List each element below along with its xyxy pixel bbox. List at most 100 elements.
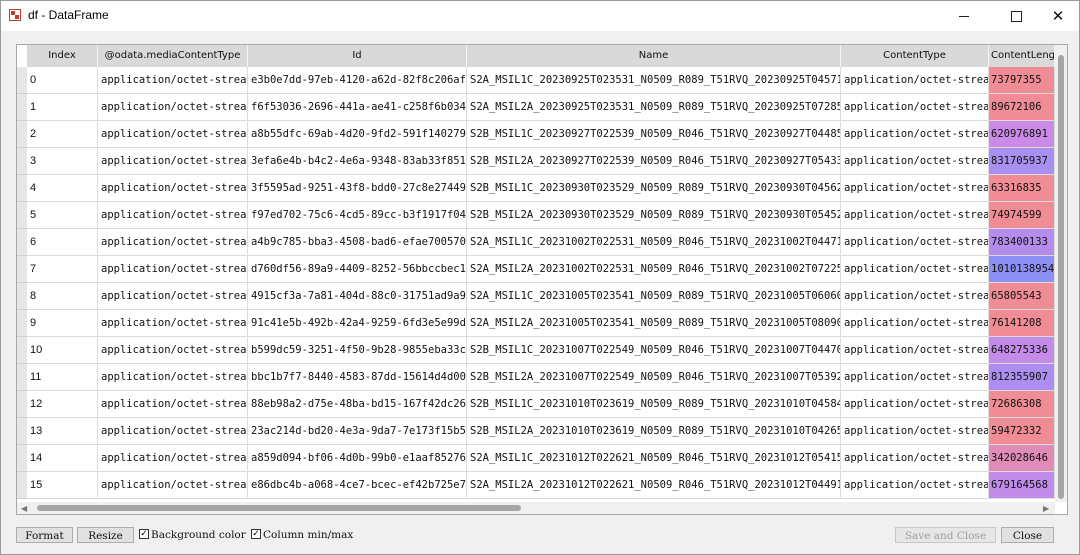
cell-content-type[interactable]: application/octet-stream bbox=[841, 256, 989, 283]
cell-name[interactable]: S2A_MSIL2A_20231002T022531_N0509_R046_T5… bbox=[467, 256, 841, 283]
cell-name[interactable]: S2B_MSIL2A_20230927T022539_N0509_R046_T5… bbox=[467, 148, 841, 175]
cell-id[interactable]: e86dbc4b-a068-4ce7-bcec-ef42b725e716 bbox=[248, 472, 467, 499]
cell-name[interactable]: S2A_MSIL1C_20230925T023531_N0509_R089_T5… bbox=[467, 67, 841, 94]
cell-content-length[interactable]: 648275336 bbox=[989, 337, 1055, 364]
cell-content-type[interactable]: application/octet-stream bbox=[841, 310, 989, 337]
cell-content-type[interactable]: application/octet-stream bbox=[841, 202, 989, 229]
column-header-name[interactable]: Name bbox=[467, 45, 841, 67]
cell-content-type[interactable]: application/octet-stream bbox=[841, 418, 989, 445]
cell-content-length[interactable]: 63316835 bbox=[989, 175, 1055, 202]
cell-media-content-type[interactable]: application/octet-stream bbox=[98, 202, 248, 229]
cell-content-length[interactable]: 783400133 bbox=[989, 229, 1055, 256]
row-header[interactable] bbox=[17, 175, 27, 202]
cell-content-length[interactable]: 65805543 bbox=[989, 283, 1055, 310]
row-header[interactable] bbox=[17, 229, 27, 256]
cell-index[interactable]: 2 bbox=[27, 121, 98, 148]
cell-media-content-type[interactable]: application/octet-stream bbox=[98, 418, 248, 445]
horizontal-scrollbar[interactable]: ◀ ▶ bbox=[17, 502, 1055, 514]
table-row[interactable]: 7 application/octet-stream d760df56-89a9-4… bbox=[17, 256, 1067, 283]
row-header[interactable] bbox=[17, 364, 27, 391]
cell-name[interactable]: S2A_MSIL2A_20231005T023541_N0509_R089_T5… bbox=[467, 310, 841, 337]
row-header[interactable] bbox=[17, 148, 27, 175]
cell-content-length[interactable]: 72686308 bbox=[989, 391, 1055, 418]
cell-media-content-type[interactable]: application/octet-stream bbox=[98, 391, 248, 418]
cell-content-type[interactable]: application/octet-stream bbox=[841, 148, 989, 175]
cell-content-type[interactable]: application/octet-stream bbox=[841, 94, 989, 121]
cell-media-content-type[interactable]: application/octet-stream bbox=[98, 121, 248, 148]
cell-id[interactable]: d760df56-89a9-4409-8252-56bbccbec1ee bbox=[248, 256, 467, 283]
cell-index[interactable]: 14 bbox=[27, 445, 98, 472]
cell-name[interactable]: S2A_MSIL1C_20231005T023541_N0509_R089_T5… bbox=[467, 283, 841, 310]
cell-id[interactable]: a859d094-bf06-4d0b-99b0-e1aaf8527633 bbox=[248, 445, 467, 472]
cell-media-content-type[interactable]: application/octet-stream bbox=[98, 94, 248, 121]
cell-index[interactable]: 1 bbox=[27, 94, 98, 121]
column-header-content-length[interactable]: ContentLength bbox=[989, 45, 1055, 67]
table-row[interactable]: 14 application/octet-stream a859d094-bf06-… bbox=[17, 445, 1067, 472]
cell-media-content-type[interactable]: application/octet-stream bbox=[98, 310, 248, 337]
column-header-id[interactable]: Id bbox=[248, 45, 467, 67]
cell-id[interactable]: 4915cf3a-7a81-404d-88c0-31751ad9a982 bbox=[248, 283, 467, 310]
cell-media-content-type[interactable]: application/octet-stream bbox=[98, 472, 248, 499]
cell-content-length[interactable]: 59472332 bbox=[989, 418, 1055, 445]
row-header[interactable] bbox=[17, 310, 27, 337]
table-row[interactable]: 6 application/octet-stream a4b9c785-bba3-4… bbox=[17, 229, 1067, 256]
resize-button[interactable]: Resize bbox=[77, 527, 134, 543]
cell-content-type[interactable]: application/octet-stream bbox=[841, 391, 989, 418]
cell-index[interactable]: 12 bbox=[27, 391, 98, 418]
row-header[interactable] bbox=[17, 472, 27, 499]
row-header[interactable] bbox=[17, 283, 27, 310]
column-header-index[interactable]: Index bbox=[27, 45, 98, 67]
table-row[interactable]: 2 application/octet-stream a8b55dfc-69ab-4… bbox=[17, 121, 1067, 148]
cell-id[interactable]: f97ed702-75c6-4cd5-89cc-b3f1917f0428 bbox=[248, 202, 467, 229]
table-row[interactable]: 4 application/octet-stream 3f5595ad-9251-4… bbox=[17, 175, 1067, 202]
cell-content-length[interactable]: 812355907 bbox=[989, 364, 1055, 391]
cell-name[interactable]: S2B_MSIL2A_20230930T023529_N0509_R089_T5… bbox=[467, 202, 841, 229]
cell-content-type[interactable]: application/octet-stream bbox=[841, 175, 989, 202]
cell-media-content-type[interactable]: application/octet-stream bbox=[98, 256, 248, 283]
cell-media-content-type[interactable]: application/octet-stream bbox=[98, 229, 248, 256]
cell-media-content-type[interactable]: application/octet-stream bbox=[98, 148, 248, 175]
cell-media-content-type[interactable]: application/octet-stream bbox=[98, 67, 248, 94]
table-row[interactable]: 10 application/octet-stream b599dc59-3251-… bbox=[17, 337, 1067, 364]
cell-name[interactable]: S2A_MSIL1C_20231012T022621_N0509_R046_T5… bbox=[467, 445, 841, 472]
cell-content-length[interactable]: 679164568 bbox=[989, 472, 1055, 499]
cell-id[interactable]: 3efa6e4b-b4c2-4e6a-9348-83ab33f851e2 bbox=[248, 148, 467, 175]
cell-index[interactable]: 6 bbox=[27, 229, 98, 256]
cell-content-type[interactable]: application/octet-stream bbox=[841, 67, 989, 94]
cell-id[interactable]: 3f5595ad-9251-43f8-bdd0-27c8e27449f5 bbox=[248, 175, 467, 202]
row-header[interactable] bbox=[17, 445, 27, 472]
cell-media-content-type[interactable]: application/octet-stream bbox=[98, 445, 248, 472]
cell-id[interactable]: 91c41e5b-492b-42a4-9259-6fd3e5e99dd5 bbox=[248, 310, 467, 337]
cell-content-type[interactable]: application/octet-stream bbox=[841, 445, 989, 472]
column-header-media-content-type[interactable]: @odata.mediaContentType bbox=[98, 45, 248, 67]
cell-content-length[interactable]: 620976891 bbox=[989, 121, 1055, 148]
cell-id[interactable]: f6f53036-2696-441a-ae41-c258f6b034d1 bbox=[248, 94, 467, 121]
cell-content-length[interactable]: 89672106 bbox=[989, 94, 1055, 121]
cell-name[interactable]: S2B_MSIL1C_20230930T023529_N0509_R089_T5… bbox=[467, 175, 841, 202]
cell-content-type[interactable]: application/octet-stream bbox=[841, 121, 989, 148]
cell-content-type[interactable]: application/octet-stream bbox=[841, 229, 989, 256]
cell-index[interactable]: 7 bbox=[27, 256, 98, 283]
cell-index[interactable]: 0 bbox=[27, 67, 98, 94]
table-row[interactable]: 9 application/octet-stream 91c41e5b-492b-4… bbox=[17, 310, 1067, 337]
cell-name[interactable]: S2B_MSIL1C_20231010T023619_N0509_R089_T5… bbox=[467, 391, 841, 418]
close-window-button[interactable]: ✕ bbox=[1035, 1, 1080, 31]
table-row[interactable]: 1 application/octet-stream f6f53036-2696-4… bbox=[17, 94, 1067, 121]
cell-name[interactable]: S2B_MSIL2A_20231010T023619_N0509_R089_T5… bbox=[467, 418, 841, 445]
table-row[interactable]: 8 application/octet-stream 4915cf3a-7a81-4… bbox=[17, 283, 1067, 310]
cell-index[interactable]: 4 bbox=[27, 175, 98, 202]
row-header[interactable] bbox=[17, 202, 27, 229]
cell-id[interactable]: e3b0e7dd-97eb-4120-a62d-82f8c206af42 bbox=[248, 67, 467, 94]
cell-index[interactable]: 5 bbox=[27, 202, 98, 229]
cell-id[interactable]: a4b9c785-bba3-4508-bad6-efae70057049 bbox=[248, 229, 467, 256]
cell-media-content-type[interactable]: application/octet-stream bbox=[98, 283, 248, 310]
cell-media-content-type[interactable]: application/octet-stream bbox=[98, 364, 248, 391]
table-row[interactable]: 15 application/octet-stream e86dbc4b-a068-… bbox=[17, 472, 1067, 499]
cell-name[interactable]: S2B_MSIL2A_20231007T022549_N0509_R046_T5… bbox=[467, 364, 841, 391]
table-row[interactable]: 3 application/octet-stream 3efa6e4b-b4c2-4… bbox=[17, 148, 1067, 175]
background-color-checkbox[interactable]: ✓ bbox=[139, 529, 149, 539]
vertical-scrollbar[interactable] bbox=[1055, 45, 1067, 502]
cell-name[interactable]: S2A_MSIL2A_20230925T023531_N0509_R089_T5… bbox=[467, 94, 841, 121]
row-header[interactable] bbox=[17, 337, 27, 364]
vertical-scroll-thumb[interactable] bbox=[1058, 55, 1064, 499]
